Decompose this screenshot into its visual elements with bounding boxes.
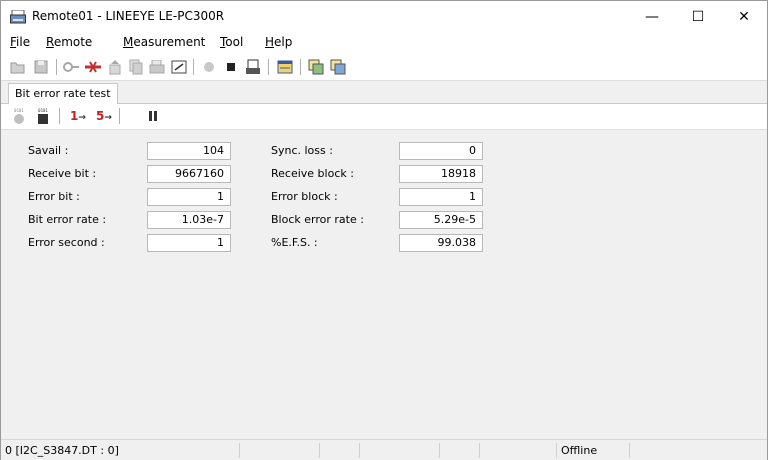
monitor-icon [171, 60, 187, 74]
title-bar: Remote01 - LINEEYE LE-PC300R — ☐ ✕ [1, 1, 767, 32]
error-second-value: 1 [147, 234, 231, 252]
print-button[interactable] [148, 58, 166, 76]
tab-bit-error-rate-test[interactable]: Bit error rate test [8, 83, 118, 104]
display-button[interactable] [276, 58, 294, 76]
bit-stop-icon: 0101 [38, 108, 48, 124]
close-button[interactable]: ✕ [721, 1, 767, 32]
menu-measurement[interactable]: Measurement [123, 35, 205, 49]
upload-icon [109, 60, 121, 75]
record-button[interactable] [200, 58, 218, 76]
svg-text:0101: 0101 [14, 108, 24, 113]
error-block-label: Error block : [271, 190, 338, 203]
copy-config-button[interactable] [127, 58, 145, 76]
download-icon [246, 59, 260, 74]
status-separator [439, 443, 440, 458]
print-icon [149, 60, 165, 74]
minimize-icon: — [645, 8, 659, 25]
receive-bit-label: Receive bit : [28, 167, 97, 180]
copy-icon [308, 59, 324, 75]
error-block-value: 1 [399, 188, 483, 206]
menu-file[interactable]: File [10, 35, 30, 49]
svg-text:0101: 0101 [38, 108, 48, 113]
app-icon [10, 10, 26, 24]
bit-pattern-button[interactable]: 0101 [11, 107, 27, 125]
record-icon [204, 62, 214, 72]
cut-connection-button[interactable] [84, 58, 102, 76]
document-icon [129, 59, 143, 75]
insert-errors-icon: 5→ [96, 109, 112, 123]
bit-pattern-icon: 0101 [14, 108, 24, 124]
menu-remote[interactable]: Remote [46, 35, 92, 49]
window-title: Remote01 - LINEEYE LE-PC300R [32, 9, 225, 23]
savail-value: 104 [147, 142, 231, 160]
sync-loss-label: Sync. loss : [271, 144, 333, 157]
menu-tool[interactable]: Tool [220, 35, 243, 49]
efs-value: 99.038 [399, 234, 483, 252]
tile-button[interactable] [307, 58, 325, 76]
error-bit-label: Error bit : [28, 190, 80, 203]
open-icon [10, 62, 25, 74]
tab-strip: Bit error rate test [1, 81, 767, 104]
error-bit-value: 1 [147, 188, 231, 206]
test-toolbar: 0101 0101 1→ 5→ [1, 104, 767, 130]
status-bar: 0 [I2C_S3847.DT : 0] Offline [1, 439, 767, 460]
toolbar-separator [193, 59, 194, 75]
bit-stop-button[interactable]: 0101 [35, 107, 51, 125]
app-window: Remote01 - LINEEYE LE-PC300R — ☐ ✕ File … [0, 0, 768, 460]
pause-button[interactable] [144, 107, 162, 125]
save-button[interactable] [32, 58, 50, 76]
menu-help[interactable]: Help [265, 35, 292, 49]
status-separator [239, 443, 240, 458]
bit-error-rate-value: 1.03e-7 [147, 211, 231, 229]
results-panel: Savail : 104 Receive bit : 9667160 Error… [1, 130, 767, 435]
savail-label: Savail : [28, 144, 69, 157]
block-error-rate-label: Block error rate : [271, 213, 364, 226]
status-port: 0 [I2C_S3847.DT : 0] [5, 444, 119, 457]
toolbar-separator [119, 108, 120, 124]
menu-bar: File Remote Measurement Tool Help [1, 32, 767, 54]
receive-bit-value: 9667160 [147, 165, 231, 183]
download-button[interactable] [244, 58, 262, 76]
status-separator [629, 443, 630, 458]
receive-block-label: Receive block : [271, 167, 354, 180]
efs-label: %E.F.S. : [271, 236, 318, 249]
sync-loss-value: 0 [399, 142, 483, 160]
pause-icon [149, 111, 157, 121]
status-separator [479, 443, 480, 458]
paste-icon [330, 59, 346, 75]
cut-icon [85, 61, 101, 73]
status-separator [359, 443, 360, 458]
toolbar-separator [300, 59, 301, 75]
toolbar-separator [56, 59, 57, 75]
stop-button[interactable] [222, 58, 240, 76]
receive-block-value: 18918 [399, 165, 483, 183]
toolbar-separator [59, 108, 60, 124]
close-icon: ✕ [738, 8, 750, 25]
status-connection: Offline [561, 444, 598, 457]
monitor-button[interactable] [170, 58, 188, 76]
block-error-rate-value: 5.29e-5 [399, 211, 483, 229]
insert-error-icon: 1→ [70, 109, 86, 123]
connect-icon [63, 62, 79, 72]
save-icon [34, 60, 48, 74]
maximize-button[interactable]: ☐ [675, 1, 721, 32]
insert-5-errors-button[interactable]: 5→ [93, 107, 115, 125]
main-toolbar [1, 54, 767, 81]
minimize-button[interactable]: — [629, 1, 675, 32]
error-second-label: Error second : [28, 236, 105, 249]
toolbar-separator [268, 59, 269, 75]
stop-icon [227, 63, 235, 71]
maximize-icon: ☐ [691, 8, 705, 25]
upload-button[interactable] [106, 58, 124, 76]
cascade-button[interactable] [329, 58, 347, 76]
window-icon [277, 60, 293, 74]
insert-1-error-button[interactable]: 1→ [67, 107, 89, 125]
status-separator [319, 443, 320, 458]
open-button[interactable] [9, 58, 27, 76]
disconnect-button[interactable] [62, 58, 80, 76]
bit-error-rate-label: Bit error rate : [28, 213, 107, 226]
